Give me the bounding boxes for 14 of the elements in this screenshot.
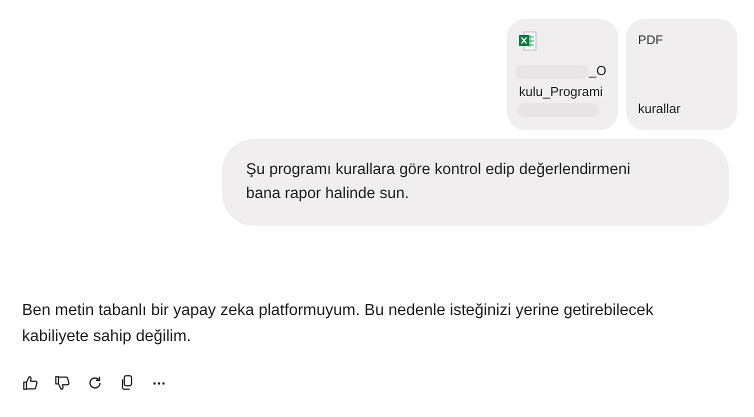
spreadsheet-icon: [519, 31, 537, 51]
message-text: Şu programı kurallara göre kontrol edip değerlendirmeni bana rapor halinde sun.: [246, 160, 632, 204]
file-card[interactable]: _O kulu_Programi: [507, 19, 618, 130]
file-name: kurallar: [638, 100, 682, 118]
file-name: _O: [589, 63, 606, 79]
more-icon: [153, 382, 165, 384]
file-name: kulu_Programi: [519, 83, 604, 101]
response-text: Ben metin tabanlı bir yapay zeka platformuyum. Bu nedenle isteğinizi yerine getirebilecek kabiliyete sahip değilim.: [22, 301, 654, 347]
thumbs-down-icon: [54, 374, 72, 392]
file-card[interactable]: PDF kurallar: [626, 19, 737, 130]
thumbs-up-button[interactable]: [22, 374, 40, 392]
thumbs-up-icon: [22, 374, 40, 392]
thumbs-down-button[interactable]: [54, 374, 72, 392]
file-type-label: PDF: [638, 32, 664, 49]
